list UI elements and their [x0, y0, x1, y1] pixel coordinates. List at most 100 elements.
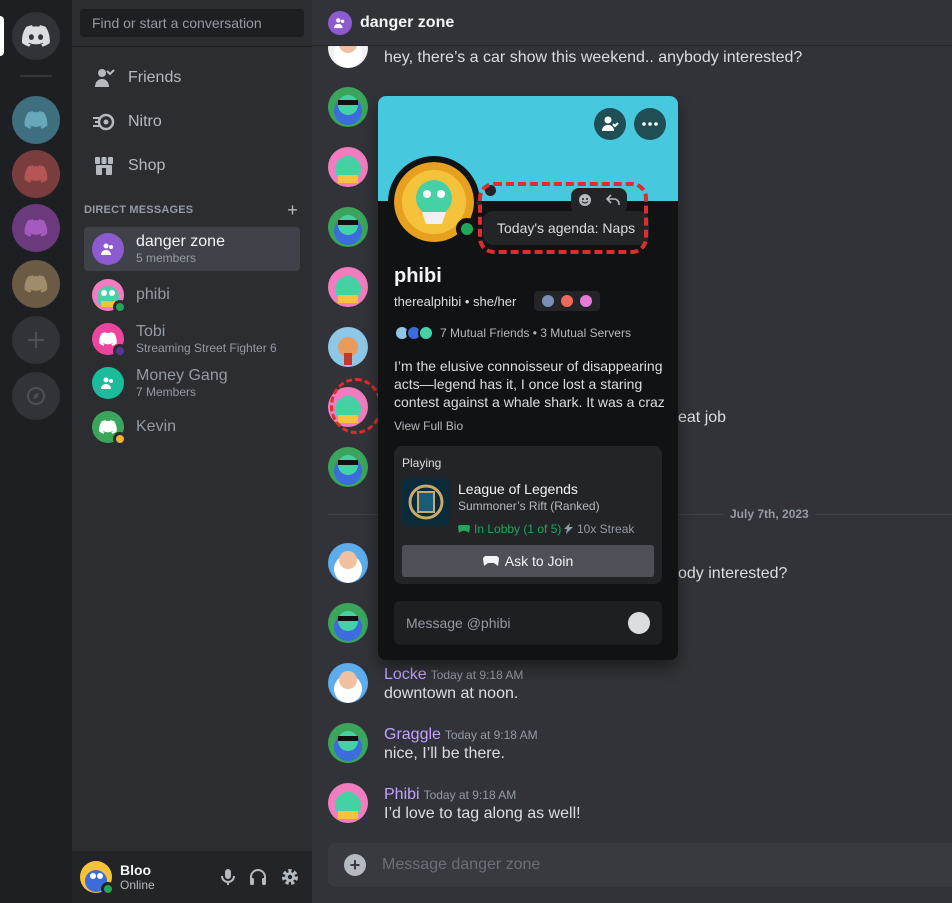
bio-line: acts—legend has it, I once lost a starin…	[394, 376, 643, 392]
nav-label: Shop	[128, 157, 166, 174]
user-status: Online	[120, 878, 155, 892]
server-4[interactable]	[12, 260, 60, 308]
status-streaming-dot	[113, 344, 127, 358]
dm-money-gang[interactable]: Money Gang 7 Members	[84, 361, 300, 405]
mic-icon[interactable]	[218, 867, 238, 887]
home-button[interactable]	[12, 12, 60, 60]
rail-separator	[20, 75, 52, 77]
explore-button[interactable]	[12, 372, 60, 420]
dm-header-label: DIRECT MESSAGES	[84, 204, 194, 216]
avatar[interactable]	[328, 87, 368, 127]
add-server-button[interactable]	[12, 316, 60, 364]
status-idle-dot	[113, 432, 127, 446]
activity-label: Playing	[402, 456, 442, 470]
user-avatar[interactable]	[80, 861, 115, 896]
profile-message-input[interactable]: Message @phibi	[394, 601, 662, 645]
dm-phibi[interactable]: phibi	[84, 273, 300, 317]
game-icon	[402, 478, 450, 526]
add-attachment-plus-icon[interactable]: +	[344, 854, 366, 876]
author-name[interactable]: Graggle	[384, 726, 441, 743]
status-online-dot	[113, 300, 127, 314]
badge-boost-icon[interactable]	[560, 295, 573, 307]
message-text: nice, I’ll be there.	[384, 745, 505, 762]
profile-popout: Today's agenda: Naps phibi therealphibi …	[378, 96, 678, 660]
discord-logo-icon	[99, 332, 117, 346]
avatar[interactable]	[328, 327, 368, 367]
message-header: Phibi Today at 9:18 AM	[384, 786, 516, 804]
search-input[interactable]: Find or start a conversation	[80, 9, 304, 37]
nav-shop[interactable]: Shop	[80, 145, 304, 187]
add-friend-icon	[602, 116, 619, 131]
avatar-graggle[interactable]	[328, 723, 368, 763]
message-text: eat job	[678, 409, 727, 426]
compass-icon	[27, 387, 45, 405]
lobby-text: In Lobby (1 of 5)	[474, 522, 562, 536]
server-3[interactable]	[12, 204, 60, 252]
discord-logo-icon	[24, 111, 48, 129]
author-name[interactable]: Locke	[384, 666, 427, 683]
highlight-annotation	[330, 378, 382, 434]
user-name: Bloo	[120, 862, 152, 878]
avatar[interactable]	[328, 147, 368, 187]
dm-name: Kevin	[136, 418, 177, 435]
avatar-locke[interactable]	[328, 663, 368, 703]
activity-card: Playing League of Legends Summoner’s Rif…	[394, 446, 662, 584]
create-dm-plus-icon[interactable]: +	[287, 200, 298, 221]
mutuals-text: 7 Mutual Friends • 3 Mutual Servers	[440, 326, 631, 340]
nav-friends[interactable]: Friends	[80, 57, 304, 99]
server-rail	[0, 0, 72, 903]
status-online-dot	[456, 218, 478, 240]
dm-kevin[interactable]: Kevin	[84, 405, 300, 449]
view-full-bio-link[interactable]: View Full Bio	[394, 419, 463, 433]
profile-name: phibi	[394, 265, 442, 287]
message-text: ody interested?	[678, 565, 788, 582]
server-1[interactable]	[12, 96, 60, 144]
lobby-status: In Lobby (1 of 5)	[458, 522, 561, 536]
dm-section-header: DIRECT MESSAGES +	[84, 200, 300, 220]
nav-nitro[interactable]: Nitro	[80, 101, 304, 143]
message-text: downtown at noon.	[384, 685, 519, 702]
gear-icon[interactable]	[280, 867, 300, 887]
shop-icon	[92, 154, 116, 178]
mutuals[interactable]: 7 Mutual Friends • 3 Mutual Servers	[394, 325, 631, 341]
add-friend-button[interactable]	[594, 108, 626, 140]
profile-avatar[interactable]	[388, 156, 480, 248]
avatar[interactable]	[328, 447, 368, 487]
highlight-annotation	[478, 182, 648, 254]
ask-to-join-button[interactable]: Ask to Join	[402, 545, 654, 577]
profile-message-placeholder: Message @phibi	[406, 615, 511, 631]
more-button[interactable]	[634, 108, 666, 140]
dm-sub: 5 members	[136, 251, 197, 265]
game-name: League of Legends	[458, 481, 578, 497]
more-icon	[642, 122, 658, 126]
channel-header: danger zone	[312, 0, 952, 46]
dm-sub: Streaming Street Fighter 6	[136, 341, 277, 355]
group-avatar	[92, 233, 124, 265]
dm-name: Money Gang	[136, 367, 228, 384]
message-text: hey, there’s a car show this weekend.. a…	[384, 49, 803, 66]
message-composer[interactable]: + Message danger zone	[328, 843, 952, 887]
author-name[interactable]: Phibi	[384, 786, 420, 803]
game-detail: Summoner’s Rift (Ranked)	[458, 499, 600, 513]
avatar[interactable]	[328, 543, 368, 583]
dm-danger-zone[interactable]: danger zone 5 members	[84, 227, 300, 271]
emoji-icon[interactable]	[628, 612, 650, 634]
server-2[interactable]	[12, 150, 60, 198]
badge-hypesquad-icon[interactable]	[580, 295, 593, 307]
avatar[interactable]	[328, 603, 368, 643]
avatar[interactable]	[328, 267, 368, 307]
dm-name: Tobi	[136, 323, 166, 340]
bio-line: I’m the elusive connoisseur of disappear…	[394, 358, 663, 374]
avatar	[92, 411, 127, 446]
message-header: Graggle Today at 9:18 AM	[384, 726, 538, 744]
join-label: Ask to Join	[504, 553, 574, 569]
badge-nitro-icon[interactable]	[541, 295, 554, 307]
avatar[interactable]	[328, 207, 368, 247]
headphones-icon[interactable]	[248, 867, 268, 887]
composer-placeholder: Message danger zone	[382, 856, 541, 873]
date-label: July 7th, 2023	[724, 507, 815, 521]
profile-badges	[534, 291, 600, 311]
nitro-icon	[92, 110, 116, 134]
dm-tobi[interactable]: Tobi Streaming Street Fighter 6	[84, 317, 300, 361]
avatar-phibi[interactable]	[328, 783, 368, 823]
